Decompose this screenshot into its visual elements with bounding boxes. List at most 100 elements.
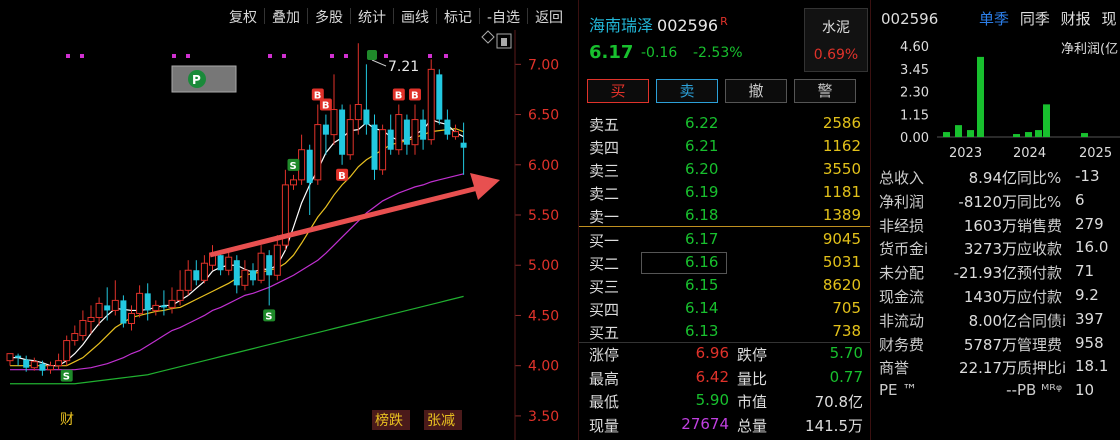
float-widget[interactable]: P	[171, 65, 237, 93]
candle	[452, 124, 459, 140]
stat-value: 5.90	[695, 391, 729, 409]
candle	[47, 361, 54, 374]
kline-chart[interactable]: SSSBBBB B 7.006.506.005.505.004.504.003.5…	[0, 0, 578, 440]
fund-row: 总收入 8.94亿 同比% -13	[871, 165, 1120, 189]
kline-chart-panel[interactable]: SSSBBBBB 7.00 6.50 6.00 5.50 5.00 4.50 4.00 3.5…	[0, 0, 578, 440]
last-price: 6.17	[589, 42, 634, 63]
candle-body	[63, 340, 71, 362]
candle-body	[460, 142, 467, 148]
cancel-order-button[interactable]: 撤	[725, 79, 787, 103]
orderbook-row[interactable]: 卖五 6.22 2586	[579, 112, 871, 135]
fund-value: 22.17万	[959, 359, 1017, 378]
orderbook-row[interactable]: 买三 6.15 8620	[579, 274, 871, 297]
chart-window-controls[interactable]	[481, 30, 512, 49]
trade-buttons: 买 卖 撤 警	[587, 79, 856, 103]
fund-label: 总收入	[879, 169, 925, 187]
stat-value: 70.8亿	[814, 393, 863, 411]
orderbook-row[interactable]: 买二 6.16 5031	[579, 251, 871, 274]
toolbar-button-2[interactable]: 多股	[308, 4, 350, 28]
toolbar-button-6[interactable]: -自选	[480, 4, 527, 28]
fund-label: 净利润	[879, 192, 925, 211]
candle	[160, 290, 167, 316]
candle	[354, 43, 362, 135]
orderbook-price: 6.15	[685, 276, 719, 294]
candle-body	[55, 360, 63, 367]
orderbook-price: 6.14	[685, 299, 719, 317]
stat-value: 5.70	[829, 344, 863, 362]
candle	[136, 285, 144, 318]
candle-body	[266, 255, 273, 276]
candle	[411, 104, 419, 155]
candle-body	[436, 74, 443, 120]
toolbar-button-3[interactable]: 统计	[351, 4, 393, 28]
candle	[30, 357, 38, 371]
candle	[436, 69, 443, 125]
financial-report-label: 财	[60, 412, 74, 428]
candle-body	[322, 124, 329, 135]
orderbook-volume: 2586	[822, 114, 861, 132]
orderbook-row[interactable]: 卖三 6.20 3550	[579, 158, 871, 181]
toolbar-button-4[interactable]: 画线	[394, 4, 436, 28]
fund-label: 管理费	[1017, 335, 1063, 354]
high-price-label: 7.21	[388, 59, 419, 75]
orderbook-row[interactable]: 卖一 6.18 1389	[579, 204, 871, 227]
orderbook-row[interactable]: 卖四 6.21 1162	[579, 135, 871, 158]
fund-y-tick: 2.30	[900, 86, 929, 101]
buy-button[interactable]: 买	[587, 79, 649, 103]
fund-value: 16.0	[1075, 238, 1109, 257]
toolbar-button-1[interactable]: 叠加	[265, 4, 307, 28]
orderbook-level-label: 买一	[589, 232, 620, 250]
fund-y-tick: 4.60	[900, 40, 929, 55]
orderbook-row[interactable]: 买一 6.17 9045	[579, 228, 871, 251]
fund-label: 同比%	[1017, 169, 1062, 187]
candle-body	[371, 124, 378, 170]
fund-row: 商誉 22.17万 质押比i 18.1	[871, 355, 1120, 379]
orderbook-price: 6.19	[685, 183, 719, 201]
net-profit-bar	[1043, 104, 1050, 137]
orderbook-row[interactable]: 买四 6.14 705	[579, 297, 871, 320]
price-change-pct: -2.53%	[693, 45, 743, 61]
fund-label: 货币金i	[879, 240, 929, 259]
candle-body	[387, 129, 394, 150]
candle	[71, 325, 79, 346]
net-profit-bar	[1013, 134, 1020, 137]
toolbar-button-0[interactable]: 复权	[222, 4, 264, 28]
stat-value: 141.5万	[805, 416, 863, 435]
toolbar-button-7[interactable]: 返回	[528, 4, 570, 28]
candle-body	[176, 289, 184, 301]
fund-row: PE ™ -- PB ᴹᴿᵠ 10	[871, 379, 1120, 403]
orderbook-price: 6.13	[685, 322, 719, 340]
fund-label: 质押比i	[1017, 359, 1067, 378]
fund-label: 销售费	[1017, 216, 1063, 235]
candle	[241, 260, 249, 291]
fund-value: 9.2	[1075, 286, 1099, 304]
svg-text:B: B	[395, 91, 403, 102]
stock-name[interactable]: 海南瑞泽	[589, 16, 653, 35]
sector-box[interactable]: 水泥 0.69%	[804, 8, 868, 72]
y-tick-label: 6.00	[528, 158, 559, 174]
price-alert-button[interactable]: 警	[794, 79, 856, 103]
candle	[233, 255, 240, 294]
orderbook-volume: 1181	[822, 183, 861, 201]
orderbook-row[interactable]: 买五 6.13 738	[579, 320, 871, 343]
sell-button[interactable]: 卖	[656, 79, 718, 103]
fund-row: 现金流 1430万 应付款 9.2	[871, 284, 1120, 308]
svg-text:B: B	[322, 101, 330, 112]
stock-title: 海南瑞泽 002596 R	[589, 12, 728, 36]
candle-body	[330, 109, 338, 136]
sell-signal-marker: S	[60, 369, 73, 383]
candle-body	[160, 305, 167, 308]
toolbar-button-5[interactable]: 标记	[437, 4, 479, 28]
fund-value: 1603万	[963, 216, 1017, 235]
stat-value: 6.42	[695, 367, 729, 386]
candle-body	[15, 355, 22, 358]
candle	[420, 109, 427, 150]
candle	[403, 114, 410, 155]
orderbook-row[interactable]: 卖二 6.19 1181	[579, 181, 871, 204]
candle-body	[23, 359, 30, 368]
fund-value: 958	[1075, 333, 1104, 352]
y-tick-label: 5.00	[528, 258, 559, 274]
sell-signal-marker: S	[263, 309, 276, 322]
candle-body	[193, 270, 200, 281]
fund-label: 应收款	[1017, 240, 1063, 259]
